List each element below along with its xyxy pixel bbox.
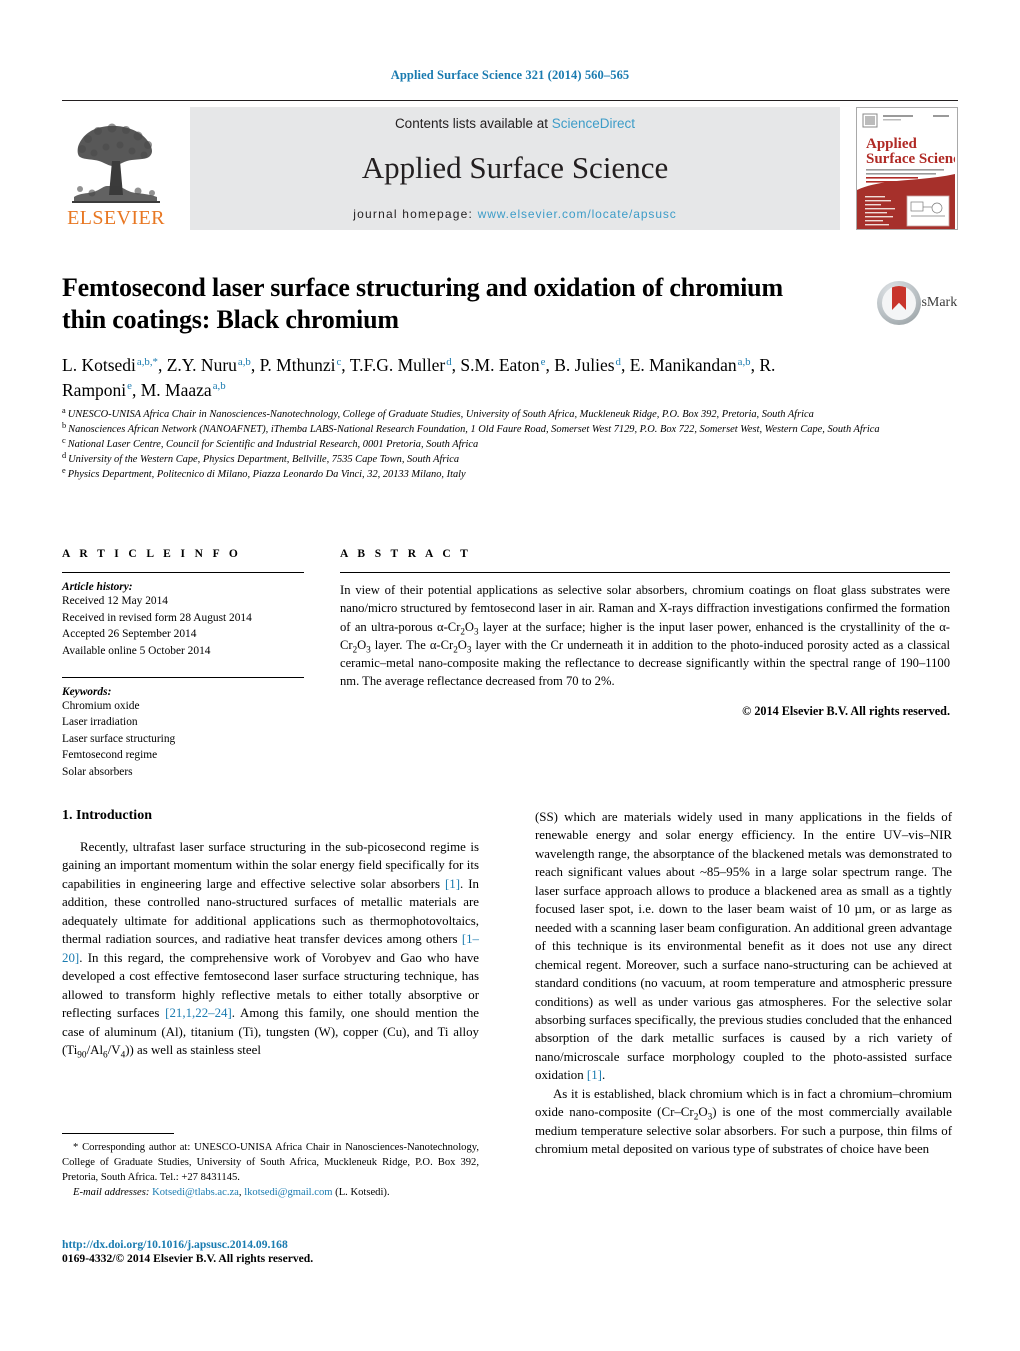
author-affiliation-marker: e [127, 380, 132, 393]
author-affiliation-marker: a,b,* [136, 355, 158, 368]
keywords-lines: Chromium oxide Laser irradiation Laser sur… [62, 698, 304, 781]
citation-ref[interactable]: [1–20] [62, 932, 479, 964]
email-label: E-mail addresses: [73, 1187, 150, 1199]
affiliation-entry: e Physics Department, Politecnico di Mila… [62, 465, 466, 481]
svg-text:Applied: Applied [866, 136, 918, 152]
footnote-rule [62, 1133, 174, 1134]
article-info-heading: A R T I C L E I N F O [62, 548, 242, 560]
crossmark-badge-group[interactable]: CrossMark [845, 281, 957, 325]
running-head: Applied Surface Science 321 (2014) 560–5… [390, 68, 630, 82]
keyword-item: Laser surface structuring [62, 732, 176, 745]
email-link-1[interactable]: Kotsedi@tlabs.ac.za [152, 1187, 239, 1198]
author-affiliation-marker: a,b [237, 355, 251, 368]
body-column-right: (SS) which are materials widely used in … [535, 808, 952, 1159]
author-name: S.M. Eaton [460, 355, 540, 376]
intro-paragraph-3: As it is established, black chromium whi… [535, 1086, 952, 1157]
corresponding-author-note: * Corresponding author at: UNESCO-UNISA … [62, 1142, 479, 1184]
author-name: B. Julies [554, 355, 615, 376]
abstract-column: A B S T R A C T In view of their potenti… [340, 548, 950, 781]
author-affiliation-marker: a,b [737, 355, 751, 368]
abstract-copyright: © 2014 Elsevier B.V. All rights reserved… [742, 703, 950, 718]
article-title: Femtosecond laser surface structuring an… [62, 273, 783, 334]
affiliation-marker: d [62, 450, 67, 460]
article-page: Applied Surface Science 321 (2014) 560–5… [0, 0, 1020, 1351]
article-history-line: Available online 5 October 2014 [62, 644, 211, 657]
affiliations-list: a UNESCO-UNISA Africa Chair in Nanoscienc… [62, 405, 902, 482]
abstract-rule [340, 572, 950, 573]
article-history-line: Received in revised form 28 August 2014 [62, 611, 252, 624]
homepage-prefix: journal homepage: [353, 207, 478, 221]
author-name: M. Maaza [140, 380, 212, 401]
keywords-rule [62, 676, 304, 678]
elsevier-logo: ELSEVIER [62, 107, 170, 230]
svg-text:Surface Science: Surface Science [866, 151, 955, 167]
contents-lists-line: Contents lists available at ScienceDirec… [395, 116, 635, 131]
author-affiliation-marker: c [336, 355, 342, 368]
footnote-block: * Corresponding author at: UNESCO-UNISA … [62, 1133, 479, 1201]
article-info-rule [62, 572, 304, 573]
keyword-item: Femtosecond regime [62, 749, 158, 762]
keyword-item: Solar absorbers [62, 766, 133, 779]
abstract-text: In view of their potential applications … [340, 583, 950, 689]
doi-link[interactable]: http://dx.doi.org/10.1016/j.apsusc.2014.… [62, 1238, 562, 1251]
issn-copyright-line: 0169-4332/© 2014 Elsevier B.V. All right… [62, 1252, 314, 1265]
article-history-title: Article history: [62, 581, 133, 593]
affiliation-entry: b Nanosciences African Network (NANOAFNET… [62, 420, 880, 436]
article-history-lines: Received 12 May 2014 Received in revised … [62, 593, 304, 660]
title-block: Femtosecond laser surface structuring an… [62, 272, 822, 403]
elsevier-tree-icon [68, 121, 164, 207]
affiliation-entry: d University of the Western Cape, Physics… [62, 450, 460, 466]
citation-ref[interactable]: [21,1,22–24] [165, 1006, 232, 1020]
author-name: Z.Y. Nuru [166, 355, 237, 376]
keyword-item: Chromium oxide [62, 699, 140, 712]
doi-block: http://dx.doi.org/10.1016/j.apsusc.2014.… [62, 1238, 562, 1265]
journal-homepage-line: journal homepage: www.elsevier.com/locat… [353, 207, 676, 221]
keyword-item: Laser irradiation [62, 716, 138, 729]
crossmark-icon [877, 281, 921, 325]
elsevier-wordmark: ELSEVIER [67, 207, 165, 229]
author-affiliation-marker: d [615, 355, 621, 368]
sciencedirect-link[interactable]: ScienceDirect [552, 116, 635, 131]
email-link-2[interactable]: lkotsedi@gmail.com [244, 1187, 332, 1198]
article-info-column: A R T I C L E I N F O Article history: R… [62, 548, 304, 781]
affiliation-entry: c National Laser Centre, Council for Scie… [62, 435, 479, 451]
keywords-block: Keywords: Chromium oxide Laser irradiatio… [62, 676, 304, 781]
article-history-line: Received 12 May 2014 [62, 595, 168, 607]
body-columns: 1. Introduction Recently, ultrafast lase… [62, 808, 952, 1159]
affiliation-entry: a UNESCO-UNISA Africa Chair in Nanoscienc… [62, 405, 814, 420]
masthead-top-rule [62, 100, 958, 101]
journal-banner: Contents lists available at ScienceDirec… [190, 107, 840, 230]
contents-prefix: Contents lists available at [394, 116, 552, 131]
author-affiliation-marker: a,b [212, 380, 226, 393]
info-abstract-region: A R T I C L E I N F O Article history: R… [62, 548, 952, 781]
author-name: E. Manikandan [629, 355, 737, 376]
author-list: L. Kotsedia,b,*, Z.Y. Nurua,b, P. Mthunz… [62, 355, 776, 401]
abstract-heading: A B S T R A C T [340, 548, 472, 560]
citation-ref[interactable]: [1] [587, 1068, 602, 1082]
email-suffix: (L. Kotsedi). [335, 1187, 390, 1199]
author-name: L. Kotsedi [62, 355, 136, 376]
body-column-left: 1. Introduction Recently, ultrafast lase… [62, 808, 479, 1159]
introduction-heading: 1. Introduction [62, 808, 152, 823]
affiliation-marker: a [62, 405, 66, 415]
author-name: T.F.G. Muller [349, 355, 446, 376]
journal-homepage-link[interactable]: www.elsevier.com/locate/apsusc [478, 207, 677, 221]
article-history-line: Accepted 26 September 2014 [62, 628, 197, 641]
author-affiliation-marker: e [540, 355, 546, 368]
intro-paragraph-1: Recently, ultrafast laser surface struct… [62, 840, 480, 1061]
affiliation-marker: b [62, 420, 67, 430]
keywords-title: Keywords: [62, 685, 112, 698]
intro-paragraph-2: (SS) which are materials widely used in … [535, 810, 952, 1083]
journal-cover-thumbnail: Applied Surface Science [856, 107, 958, 230]
email-addresses-note: E-mail addresses: Kotsedi@tlabs.ac.za, l… [73, 1187, 390, 1199]
citation-ref[interactable]: [1] [445, 877, 460, 891]
affiliation-marker: e [62, 465, 66, 475]
journal-title: Applied Surface Science [361, 149, 669, 185]
journal-masthead: ELSEVIER Contents lists available at Sci… [62, 100, 958, 230]
author-name: P. Mthunzi [259, 355, 336, 376]
author-affiliation-marker: d [446, 355, 452, 368]
affiliation-marker: c [62, 435, 66, 445]
